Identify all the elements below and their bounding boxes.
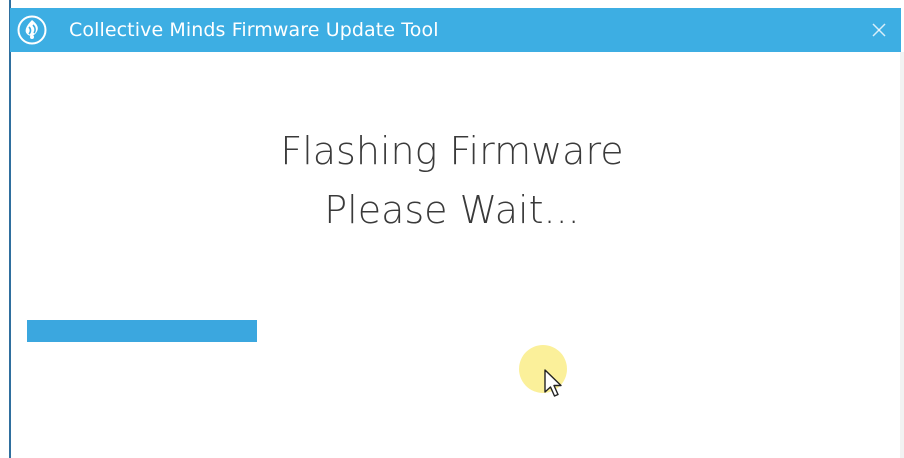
window-content <box>11 52 900 458</box>
status-line-flashing: Flashing Firmware <box>280 129 624 173</box>
title-bar[interactable]: Collective Minds Firmware Update Tool <box>10 8 901 52</box>
collective-minds-logo-icon <box>17 15 47 45</box>
window-right-shadow <box>900 52 904 458</box>
window-title: Collective Minds Firmware Update Tool <box>69 19 439 41</box>
firmware-update-window: Collective Minds Firmware Update Tool Fl… <box>0 0 904 458</box>
progress-bar <box>27 320 877 342</box>
mouse-pointer-icon <box>543 368 565 400</box>
close-button[interactable] <box>865 16 893 44</box>
status-line-wait: Please Wait... <box>324 188 580 232</box>
close-icon <box>872 23 886 37</box>
status-message: Flashing Firmware Please Wait... <box>0 122 904 240</box>
progress-bar-fill <box>27 320 257 342</box>
